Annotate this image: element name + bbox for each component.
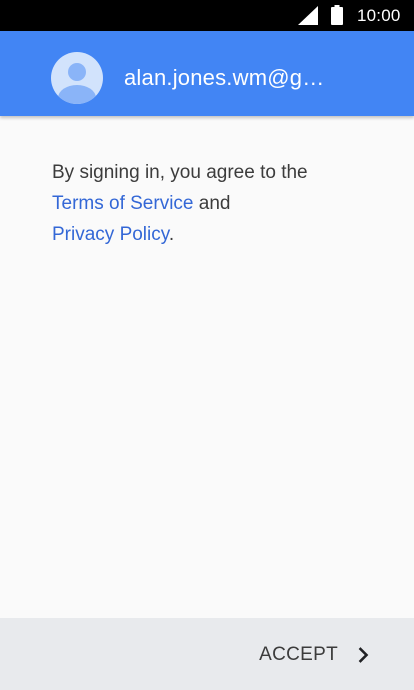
account-email: alan.jones.wm@g…	[124, 65, 325, 90]
accept-button[interactable]: ACCEPT	[259, 641, 370, 669]
terms-period-text: .	[168, 224, 175, 245]
signal-icon	[298, 6, 318, 25]
battery-icon	[331, 5, 343, 25]
terms-message: By signing in, you agree to the Terms of…	[52, 157, 372, 250]
chevron-right-icon	[358, 647, 369, 663]
terms-and-text: and	[198, 193, 231, 214]
status-bar: 10:00	[0, 0, 414, 31]
privacy-policy-link[interactable]: Privacy Policy	[52, 224, 169, 245]
account-circle-icon	[51, 52, 103, 104]
terms-intro-text: By signing in, you agree to the	[52, 162, 308, 183]
terms-of-service-link[interactable]: Terms of Service	[52, 193, 193, 214]
accept-button-label: ACCEPT	[259, 644, 338, 665]
bottom-action-bar: ACCEPT	[0, 618, 414, 690]
account-header: alan.jones.wm@g…	[0, 31, 414, 116]
status-clock: 10:00	[357, 6, 401, 25]
